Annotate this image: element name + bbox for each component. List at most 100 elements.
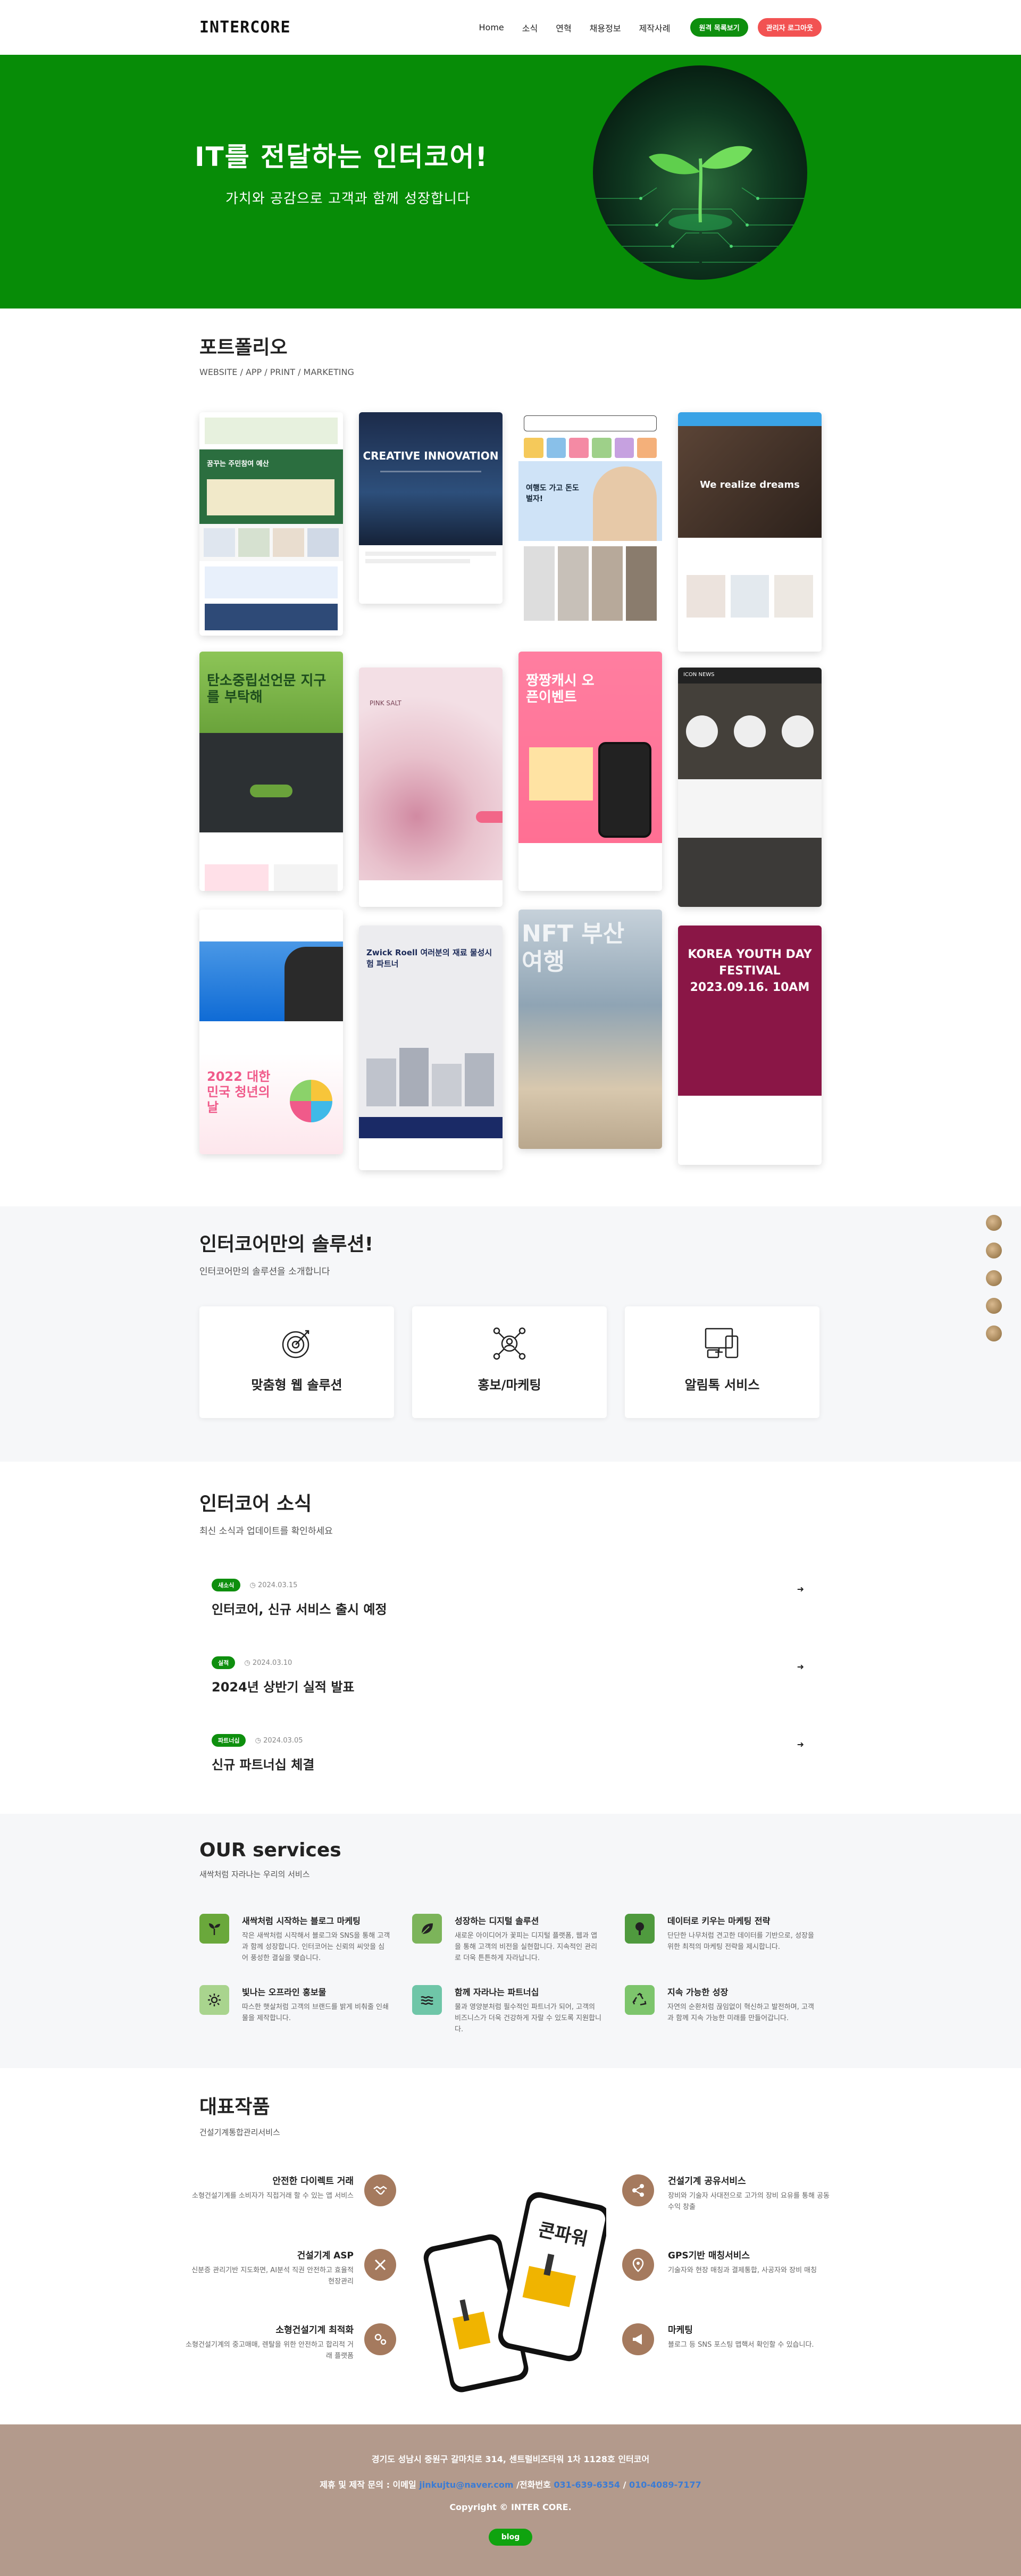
news-title: 인터코어 소식 [199,1493,312,1515]
hero-title: IT를 전달하는 인터코어! [195,141,489,172]
work-feature-title: 건설기계 공유서비스 [668,2176,746,2187]
solution-card-marketing[interactable]: 홍보/마케팅 [412,1306,607,1418]
site-footer: 경기도 성남시 중원구 갈마치로 314, 센트럴비즈타워 1차 1128호 인… [0,2424,1021,2576]
service-title: 새싹처럼 시작하는 블로그 마케팅 [242,1916,361,1926]
portfolio-title: 포트폴리오 [199,337,288,359]
portfolio-card[interactable]: 탄소중립선언문 지구를 부탁해 [199,652,343,891]
footer-phone-link[interactable]: 031-639-6354 [554,2480,620,2490]
solutions-title: 인터코어만의 솔루션! [199,1233,374,1255]
nav-history[interactable]: 연혁 [556,21,571,34]
news-item-title: 2024년 상반기 실적 발표 [212,1680,355,1695]
handshake-icon [364,2174,396,2206]
quick-link-icon[interactable] [986,1298,1002,1314]
nav-home[interactable]: Home [479,22,504,32]
location-icon [622,2249,654,2281]
portfolio-card[interactable]: ICON NEWS [678,668,822,907]
work-feature-title: 안전한 다이렉트 거래 [272,2176,354,2187]
floating-quick-icons [986,1215,1004,1353]
share-icon [622,2174,654,2206]
portfolio-card[interactable]: 여행도 가고 돈도 벌자! [518,412,662,630]
work-feature: 건설기계 공유서비스 장비와 기술자 사대전으로 고가의 장비 요유를 통해 공… [668,2173,838,2213]
solution-card-alimtalk[interactable]: 알림톡 서비스 [625,1306,819,1418]
tools-icon [364,2249,396,2281]
work-feature-title: 건설기계 ASP [297,2250,354,2261]
works-title: 대표작품 [199,2096,270,2118]
solution-label: 맞춤형 웹 솔루션 [251,1378,342,1393]
solution-card-web[interactable]: 맞춤형 웹 솔루션 [199,1306,394,1418]
portfolio-card-label: CREATIVE INNOVATION [363,449,499,462]
site-logo[interactable]: INTERCORE [199,18,291,37]
portfolio-card[interactable]: CREATIVE INNOVATION [359,412,503,604]
hero-image [593,65,807,280]
news-date: ◷ 2024.03.10 [244,1659,292,1667]
work-feature-desc: 소형건설기계를 소비자가 직접거래 할 수 있는 앱 서비스 [191,2192,354,2200]
service-title: 성장하는 디지털 솔루션 [455,1916,539,1926]
portfolio-card-label: We realize dreams [700,479,800,490]
work-feature-title: 소형건설기계 최적화 [275,2325,354,2336]
news-item-title: 신규 파트너십 체결 [212,1757,315,1772]
seedling-icon [199,1914,229,1944]
footer-contact: 제휴 및 제작 문의 : 이메일 jinkujtu@naver.com /전화번… [320,2480,701,2490]
service-item: 새싹처럼 시작하는 블로그 마케팅 작은 새싹처럼 시작해서 블로그와 SNS을… [199,1914,391,1964]
water-icon [412,1985,442,2015]
sun-icon [199,1985,229,2015]
solution-label: 홍보/마케팅 [478,1378,541,1393]
arrow-right-icon: ➜ [797,1739,804,1749]
portfolio-card[interactable]: PINK SALT [359,668,503,907]
service-item: 성장하는 디지털 솔루션 새로운 아이디어가 꽃피는 디지털 플랫폼, 웹과 앱… [412,1914,604,1964]
service-desc: 물과 영양분처럼 필수적인 파트너가 되어, 고객의 비즈니스가 더욱 건강하게… [455,2003,601,2033]
news-item[interactable]: 새소식 ◷ 2024.03.15 인터코어, 신규 서비스 출시 예정 ➜ [212,1579,818,1637]
portfolio-card-label: ICON NEWS [683,672,715,678]
portfolio-card[interactable]: KOREA YOUTH DAY FESTIVAL 2023.09.16. 10A… [678,926,822,1165]
nav-careers[interactable]: 채용정보 [590,21,621,34]
footer-email-link[interactable]: jinkujtu@naver.com [419,2480,513,2490]
monitor-icon [705,1328,739,1358]
tree-icon [625,1914,655,1944]
nav-portfolio[interactable]: 제작사례 [639,21,671,34]
news-section: 인터코어 소식 최신 소식과 업데이트를 확인하세요 새소식 ◷ 2024.03… [0,1462,1021,1814]
portfolio-card-label: Zwick Roell 여러분의 재료 물성시험 파트너 [366,948,492,969]
service-title: 지속 가능한 성장 [667,1987,729,1997]
solutions-section: 인터코어만의 솔루션! 인터코어만의 솔루션을 소개합니다 맞춤형 웹 솔루션 … [0,1206,1021,1462]
portfolio-card[interactable]: NFT 부산여행 [518,910,662,1149]
footer-address: 경기도 성남시 중원구 갈마치로 314, 센트럴비즈타워 1차 1128호 인… [371,2454,650,2464]
service-title: 데이터로 키우는 마케팅 전략 [667,1916,771,1926]
service-desc: 따스한 햇살처럼 고객의 브랜드를 밝게 비춰줄 인쇄물을 제작합니다. [242,2003,389,2022]
app-phones-image: 콘파워 [415,2174,610,2398]
quick-link-icon[interactable] [986,1215,1002,1231]
quick-link-icon[interactable] [986,1325,1002,1341]
portfolio-card-label: PINK SALT [370,699,401,707]
service-title: 빛나는 오프라인 홍보물 [242,1987,327,1997]
main-nav: Home 소식 연혁 채용정보 제작사례 [479,21,671,34]
portfolio-card[interactable]: We realize dreams [678,412,822,652]
solution-label: 알림톡 서비스 [684,1378,760,1393]
work-feature: 건설기계 ASP 신분증 관리기반 지도화면, AI분석 직권 안전하고 효율적… [183,2248,354,2288]
list-view-button[interactable]: 원격 목록보기 [690,18,748,37]
portfolio-card-label: 여행도 가고 돈도 벌자! [526,484,579,503]
portfolio-card-label: 탄소중립선언문 지구를 부탁해 [207,673,327,706]
news-date: ◷ 2024.03.15 [249,1581,298,1589]
service-item: 지속 가능한 성장 자연의 순환처럼 끊임없이 혁신하고 발전하며, 고객과 함… [625,1985,816,2024]
service-title: 함께 자라나는 파트너십 [455,1987,539,1997]
portfolio-card[interactable]: 2022 대한민국 청년의날 [199,910,343,1154]
solutions-subtitle: 인터코어만의 솔루션을 소개합니다 [199,1266,330,1277]
portfolio-card-label: 2022 대한민국 청년의날 [207,1069,271,1115]
quick-link-icon[interactable] [986,1243,1002,1258]
footer-phone-link[interactable]: 010-4089-7177 [629,2480,701,2490]
portfolio-card-label: KOREA YOUTH DAY FESTIVAL 2023.09.16. 10A… [688,948,812,994]
works-section: 대표작품 건설기계통합관리서비스 안전한 다이렉트 거래 소형건설기계를 소비자… [0,2068,1021,2424]
portfolio-card[interactable]: 짱짱캐시 오픈이벤트 [518,652,662,891]
portfolio-card[interactable]: Zwick Roell 여러분의 재료 물성시험 파트너 [359,926,503,1170]
hero-banner: IT를 전달하는 인터코어! 가치와 공감으로 고객과 함께 성장합니다 [0,55,1021,309]
quick-link-icon[interactable] [986,1270,1002,1286]
services-subtitle: 새싹처럼 자라나는 우리의 서비스 [199,1870,310,1879]
service-desc: 작은 새싹처럼 시작해서 블로그와 SNS을 통해 고객과 함께 성장합니다. … [242,1932,390,1962]
news-item[interactable]: 실적 ◷ 2024.03.10 2024년 상반기 실적 발표 ➜ [212,1656,818,1715]
blog-button[interactable]: blog [488,2529,533,2546]
portfolio-card[interactable]: 꿈꾸는 주민참여 예산 [199,412,343,636]
arrow-right-icon: ➜ [797,1662,804,1672]
admin-logout-button[interactable]: 관리자 로그아웃 [757,18,822,37]
arrow-right-icon: ➜ [797,1584,804,1594]
nav-news[interactable]: 소식 [522,21,538,34]
news-item[interactable]: 파트너십 ◷ 2024.03.05 신규 파트너십 체결 ➜ [212,1734,818,1793]
